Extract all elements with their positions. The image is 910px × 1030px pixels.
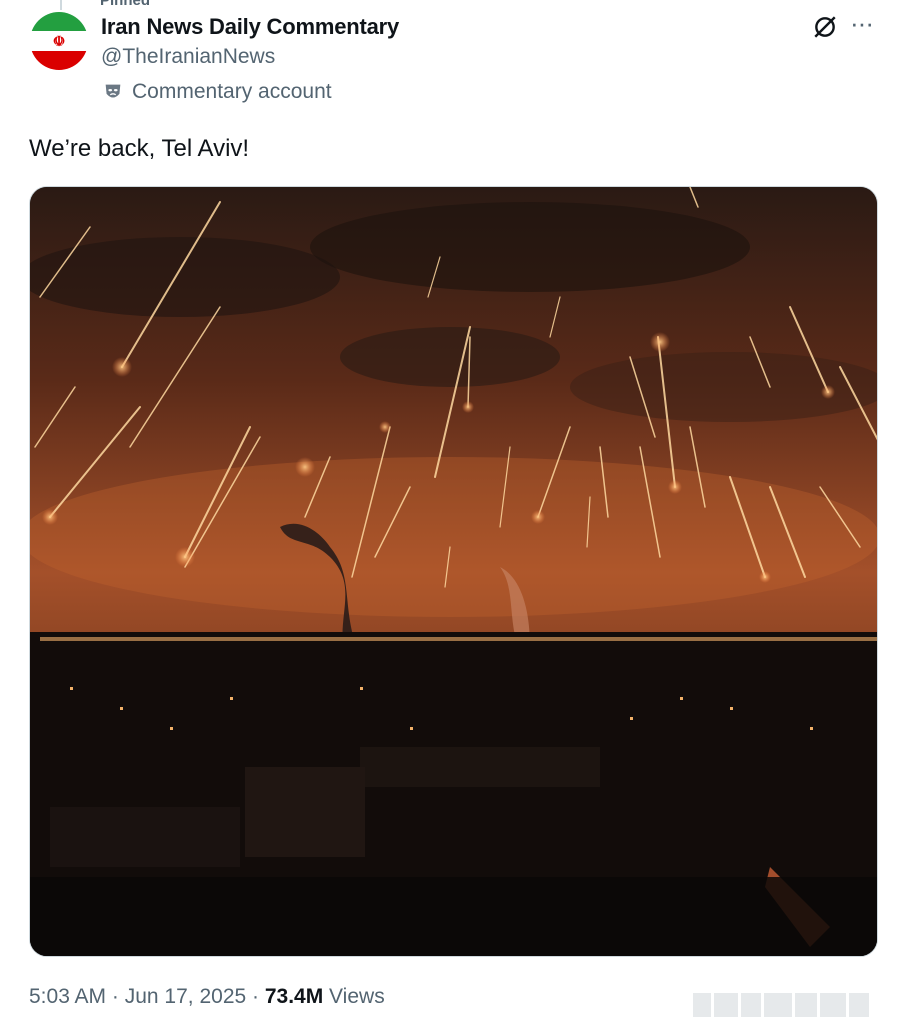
missile-night-photo <box>30 187 877 956</box>
separator: · <box>246 985 265 1008</box>
pinned-label: Pinned <box>100 0 151 9</box>
account-handle[interactable]: @TheIranianNews <box>101 45 275 69</box>
post-text: We’re back, Tel Aviv! <box>29 135 250 162</box>
iran-emblem-icon: ☫ <box>52 32 66 49</box>
avatar[interactable]: ☫ <box>30 12 88 70</box>
post-metadata: 5:03 AM · Jun 17, 2025 · 73.4M Views <box>29 985 385 1009</box>
views-label: Views <box>323 985 385 1008</box>
post-date[interactable]: Jun 17, 2025 <box>125 985 246 1008</box>
more-icon[interactable]: ··· <box>850 8 874 39</box>
views-count: 73.4M <box>264 985 324 1008</box>
post-time[interactable]: 5:03 AM <box>29 985 106 1008</box>
grok-icon[interactable] <box>812 14 838 40</box>
commentary-badge: Commentary account <box>102 80 332 104</box>
commentary-label: Commentary account <box>132 80 332 103</box>
separator: · <box>106 985 125 1008</box>
post-image[interactable] <box>29 186 878 957</box>
watermark <box>693 993 893 1019</box>
display-name[interactable]: Iran News Daily Commentary <box>101 14 399 40</box>
mask-icon <box>105 84 121 98</box>
thread-line <box>60 0 62 10</box>
